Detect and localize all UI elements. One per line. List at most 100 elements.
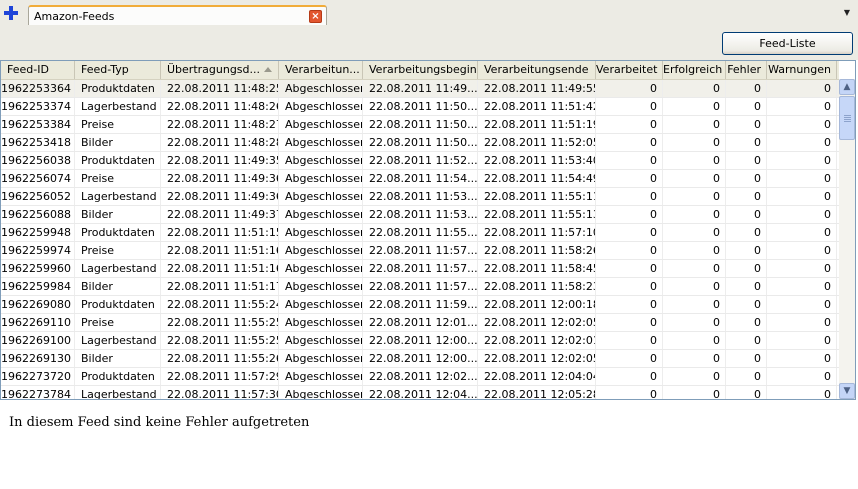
cell-feed-type: Preise	[75, 242, 161, 259]
feed-error-message: In diesem Feed sind keine Fehler aufgetr…	[9, 415, 310, 430]
column-header-feed-id[interactable]: Feed-ID	[1, 61, 75, 79]
refresh-feed-list-button[interactable]: Feed-Liste aktualisieren	[722, 32, 853, 71]
cell-feed-type: Bilder	[75, 134, 161, 151]
column-header-warning-count[interactable]: Warnungen	[767, 61, 837, 79]
cell-success-count: 0	[663, 98, 726, 115]
cell-feed-type: Preise	[75, 116, 161, 133]
cell-feed-type: Produktdaten	[75, 368, 161, 385]
chevron-down-icon[interactable]: ▼	[844, 8, 850, 17]
cell-error-count: 0	[726, 278, 767, 295]
scrollbar-thumb[interactable]	[839, 96, 855, 140]
cell-warning-count: 0	[767, 242, 837, 259]
cell-feed-id: 1962253418	[1, 134, 75, 151]
cell-warning-count: 0	[767, 296, 837, 313]
cell-processed-count: 0	[596, 350, 663, 367]
cell-error-count: 0	[726, 224, 767, 241]
scroll-up-icon[interactable]: ▲	[839, 79, 855, 95]
table-row[interactable]: 1962259974 Preise 22.08.2011 11:51:16 Abges…	[1, 242, 839, 260]
table-row[interactable]: 1962259960 Lagerbestand 22.08.2011 11:51:1…	[1, 260, 839, 278]
cell-processing-status: Abgeschlossen	[279, 80, 363, 97]
cell-feed-id: 1962259948	[1, 224, 75, 241]
cell-processing-status: Abgeschlossen	[279, 386, 363, 399]
table-row[interactable]: 1962253374 Lagerbestand 22.08.2011 11:48:2…	[1, 98, 839, 116]
cell-processed-count: 0	[596, 206, 663, 223]
column-header-processing-end[interactable]: Verarbeitungsende	[478, 61, 596, 79]
cell-processing-end: 22.08.2011 11:52:05	[478, 134, 596, 151]
table-row[interactable]: 1962256038 Produktdaten 22.08.2011 11:49:3…	[1, 152, 839, 170]
cell-transfer-date: 22.08.2011 11:55:26	[161, 350, 279, 367]
cell-feed-id: 1962273784	[1, 386, 75, 399]
table-row[interactable]: 1962253418 Bilder 22.08.2011 11:48:28 Abges…	[1, 134, 839, 152]
cell-success-count: 0	[663, 134, 726, 151]
cell-transfer-date: 22.08.2011 11:55:25	[161, 314, 279, 331]
cell-feed-id: 1962269110	[1, 314, 75, 331]
cell-processing-start: 22.08.2011 12:02...	[363, 368, 478, 385]
cell-feed-type: Produktdaten	[75, 296, 161, 313]
tab-amazon-feeds[interactable]: Amazon-Feeds ×	[28, 5, 327, 25]
table-row[interactable]: 1962256074 Preise 22.08.2011 11:49:36 Abges…	[1, 170, 839, 188]
cell-processing-status: Abgeschlossen	[279, 314, 363, 331]
cell-feed-type: Produktdaten	[75, 224, 161, 241]
column-header-processing-start[interactable]: Verarbeitungsbeginn	[363, 61, 478, 79]
cell-processing-start: 22.08.2011 11:57...	[363, 242, 478, 259]
cell-processing-start: 22.08.2011 11:52...	[363, 152, 478, 169]
cell-processing-status: Abgeschlossen	[279, 116, 363, 133]
toolbar-area: Amazon-Feeds × ▼ Feed-Liste aktualisiere…	[0, 0, 858, 71]
table-row[interactable]: 1962273784 Lagerbestand 22.08.2011 11:57:3…	[1, 386, 839, 399]
table-row[interactable]: 1962259948 Produktdaten 22.08.2011 11:51:1…	[1, 224, 839, 242]
cell-feed-type: Lagerbestand	[75, 332, 161, 349]
table-row[interactable]: 1962273720 Produktdaten 22.08.2011 11:57:2…	[1, 368, 839, 386]
table-row[interactable]: 1962253384 Preise 22.08.2011 11:48:27 Abges…	[1, 116, 839, 134]
cell-processing-status: Abgeschlossen	[279, 188, 363, 205]
table-row[interactable]: 1962256088 Bilder 22.08.2011 11:49:37 Abges…	[1, 206, 839, 224]
cell-transfer-date: 22.08.2011 11:48:28	[161, 134, 279, 151]
cell-feed-id: 1962256088	[1, 206, 75, 223]
add-plus-icon[interactable]	[3, 5, 19, 21]
table-row[interactable]: 1962269110 Preise 22.08.2011 11:55:25 Abges…	[1, 314, 839, 332]
cell-processed-count: 0	[596, 332, 663, 349]
cell-feed-type: Produktdaten	[75, 80, 161, 97]
table-row[interactable]: 1962253364 Produktdaten 22.08.2011 11:48:2…	[1, 80, 839, 98]
column-header-processing-status[interactable]: Verarbeitun...	[279, 61, 363, 79]
cell-processing-status: Abgeschlossen	[279, 152, 363, 169]
scroll-down-icon[interactable]: ▼	[839, 383, 855, 399]
cell-processing-start: 22.08.2011 11:57...	[363, 278, 478, 295]
cell-success-count: 0	[663, 206, 726, 223]
cell-processing-end: 22.08.2011 11:55:13	[478, 206, 596, 223]
cell-processed-count: 0	[596, 386, 663, 399]
cell-success-count: 0	[663, 368, 726, 385]
cell-success-count: 0	[663, 152, 726, 169]
cell-transfer-date: 22.08.2011 11:51:17	[161, 278, 279, 295]
close-icon[interactable]: ×	[309, 10, 322, 23]
table-row[interactable]: 1962269130 Bilder 22.08.2011 11:55:26 Abges…	[1, 350, 839, 368]
cell-processing-end: 22.08.2011 11:57:10	[478, 224, 596, 241]
cell-success-count: 0	[663, 314, 726, 331]
cell-transfer-date: 22.08.2011 11:49:36	[161, 188, 279, 205]
cell-error-count: 0	[726, 116, 767, 133]
cell-feed-id: 1962269100	[1, 332, 75, 349]
cell-transfer-date: 22.08.2011 11:49:37	[161, 206, 279, 223]
cell-processed-count: 0	[596, 368, 663, 385]
cell-processing-start: 22.08.2011 11:57...	[363, 260, 478, 277]
cell-feed-type: Lagerbestand	[75, 98, 161, 115]
column-header-error-count[interactable]: Fehler	[726, 61, 767, 79]
cell-feed-id: 1962259984	[1, 278, 75, 295]
table-row[interactable]: 1962259984 Bilder 22.08.2011 11:51:17 Abges…	[1, 278, 839, 296]
table-row[interactable]: 1962269100 Lagerbestand 22.08.2011 11:55:2…	[1, 332, 839, 350]
column-header-feed-type[interactable]: Feed-Typ	[75, 61, 161, 79]
column-header-processed-count[interactable]: Verarbeitet	[596, 61, 663, 79]
cell-processing-status: Abgeschlossen	[279, 350, 363, 367]
cell-feed-id: 1962256052	[1, 188, 75, 205]
column-header-success-count[interactable]: Erfolgreich	[663, 61, 726, 79]
cell-processing-status: Abgeschlossen	[279, 278, 363, 295]
vertical-scrollbar[interactable]: ▲ ▼	[839, 79, 855, 399]
column-header-transfer-date[interactable]: Übertragungsd...	[161, 61, 279, 79]
cell-processing-status: Abgeschlossen	[279, 224, 363, 241]
table-row[interactable]: 1962269080 Produktdaten 22.08.2011 11:55:2…	[1, 296, 839, 314]
cell-transfer-date: 22.08.2011 11:49:36	[161, 170, 279, 187]
cell-success-count: 0	[663, 332, 726, 349]
cell-feed-id: 1962269080	[1, 296, 75, 313]
cell-processed-count: 0	[596, 188, 663, 205]
table-row[interactable]: 1962256052 Lagerbestand 22.08.2011 11:49:3…	[1, 188, 839, 206]
table-body: 1962253364 Produktdaten 22.08.2011 11:48:2…	[1, 80, 839, 399]
